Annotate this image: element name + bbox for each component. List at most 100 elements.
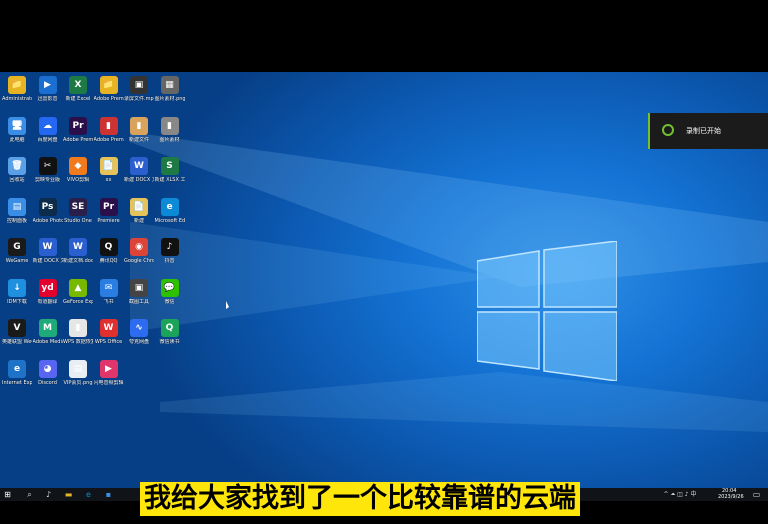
desktop-icon[interactable]: ∿ 夸克网盘 [124,319,154,345]
desktop-icon[interactable]: ♪ 抖音 [155,238,185,264]
mouse-cursor-icon [226,301,229,309]
desktop-icon[interactable]: ↓ IDM下载 [2,278,32,305]
start-windows-icon[interactable]: ⊞ [3,490,12,499]
desktop-icon[interactable]: PrAdobe Premiere [63,116,93,143]
desktop-icon-label: xx [105,177,112,183]
desktop-icon[interactable]: 🖥 此电脑 [2,116,32,143]
desktop-icon[interactable]: ▲GeForce Experience [63,278,93,305]
video-letterbox-top [0,0,768,72]
desktop-icon[interactable]: 📁 Adobe Premiere [94,76,124,102]
recording-notification[interactable]: 录制已开始 [648,113,768,149]
desktop-icon[interactable]: S 新建 XLSX 工作表.xlsx [155,157,185,183]
desktop-icon-label: WPS Office [94,339,123,345]
desktop-icon[interactable]: ✂ 剪映专业版 [33,157,63,183]
app-icon: W [38,238,57,256]
desktop-icon[interactable]: ✉ 飞书 [94,278,124,305]
app-icon: ▤ [8,197,26,216]
desktop-icon[interactable]: ▮ 新建文件 [124,116,154,143]
app-icon: S [160,157,179,175]
app-icon: ◆ [69,157,87,175]
desktop-icon-label: 腾讯QQ [99,258,118,264]
desktop-icon-label: Internet Explorer [2,379,32,386]
desktop-icon[interactable]: yd 有道翻译 [33,278,63,305]
desktop-icon[interactable]: ▣ 录屏文件.mp4 [124,76,154,102]
desktop-icon[interactable]: ▶ 迅雷影音 [33,76,63,102]
desktop-icon[interactable]: W 新建 DOCX 文档.docx [124,157,154,183]
app-icon: ✂ [38,157,57,175]
app-icon: ▶ [99,359,118,378]
record-icon [662,124,674,136]
desktop-icon-label: 迅雷影音 [37,96,58,102]
app-icon: ▮ [69,319,87,337]
search-icon[interactable]: ⌕ [25,490,34,499]
desktop-icon[interactable]: 💬 微信 [155,278,185,305]
tiktok-taskbar-icon[interactable]: ♪ [44,490,53,499]
desktop-icon[interactable]: eMicrosoft Edge [154,197,185,224]
desktop-icon[interactable]: M Adobe Media Encoder [33,319,63,345]
desktop-icon[interactable]: 📁 Administrator [2,76,32,102]
app-icon: 📁 [8,76,26,94]
app-icon: 🗑 [8,157,26,175]
desktop-icon-label: Microsoft Edge [154,217,185,224]
desktop-icon[interactable]: ▮Adobe Premiere [94,116,124,143]
desktop-icon[interactable]: ◉ Google Chrome [124,238,154,264]
file-explorer-icon[interactable]: ▬ [64,490,73,499]
video-subtitle: 我给大家找到了一个比较靠谱的云端 [140,482,580,516]
desktop-icon[interactable]: G WeGame [2,238,32,264]
desktop-icon-label: 新建 DOCX 文档.docx [124,177,154,183]
desktop-icon[interactable]: Q 微信读书 [155,319,185,345]
desktop-icon-label: 新建 Excel [65,96,91,102]
desktop-icon[interactable]: Q 腾讯QQ [94,238,124,264]
desktop-icon-label: WeGame [5,258,29,264]
desktop-icon[interactable]: W 新建文档.docx [63,238,93,264]
desktop-icon[interactable]: PsAdobe Photoshop [33,197,63,224]
app-icon: W [69,238,87,256]
desktop-icon[interactable]: Pr Premiere [94,197,124,224]
desktop-icon[interactable]: 📄 新建 [124,197,154,224]
desktop-icon[interactable]: eInternet Explorer [2,359,32,386]
app-icon: G [8,238,26,256]
desktop-icon-label: 微信 [164,298,175,305]
app-icon: ▣ [130,76,148,94]
photoshop-taskbar-icon[interactable]: ▪ [104,490,113,499]
desktop-icon[interactable]: X 新建 Excel [63,76,93,102]
desktop-icon[interactable]: ▤ VIP会员.png [63,359,93,386]
desktop-icon[interactable]: ▦ 图片素材.png [155,76,185,102]
desktop-icon[interactable]: ▮ WPS 数据恢复工具 [63,319,93,345]
system-tray-icons[interactable]: ^ ⏶ ◫ ♪ 中 [660,490,700,499]
desktop-icon-label: 有道翻译 [37,298,58,305]
app-icon: e [160,197,179,216]
notification-center-icon[interactable]: ▭ [752,490,761,499]
desktop-icon[interactable]: W 新建 DOCX 文档.docx [33,238,63,264]
app-icon: SE [69,197,87,216]
app-icon: 📄 [99,157,118,175]
app-icon: yd [38,278,57,297]
desktop-icon-label: IDM下载 [7,298,27,305]
desktop-icon[interactable]: ☁ 百度网盘 [33,116,63,143]
app-icon: ▲ [69,278,87,297]
app-icon: ▤ [69,359,87,378]
desktop-icon-label: Adobe Premiere [63,136,93,143]
desktop-icon[interactable]: SE Studio One [63,197,93,224]
app-icon: 📁 [99,76,118,94]
desktop-icon[interactable]: ▶ 闪电音频剪辑 [93,359,124,386]
app-icon: ▶ [38,76,57,94]
app-icon: ▮ [160,116,179,135]
desktop[interactable]: 📁 Administrator ▶ 迅雷影音 X 新建 Excel 📁 Adobe Premi… [0,72,768,488]
app-icon: ▣ [130,278,148,297]
notification-text: 录制已开始 [686,127,721,135]
desktop-icon[interactable]: ▮ 图片素材 [155,116,185,143]
edge-taskbar-icon[interactable]: e [84,490,93,499]
desktop-icon[interactable]: 🗑 回收站 [2,157,32,183]
desktop-icon[interactable]: ◆ VIVO剪辑 [63,157,93,183]
windows-logo [477,241,617,381]
desktop-icon[interactable]: ▣ 截图工具 [124,278,154,305]
app-icon: e [8,359,26,378]
desktop-icon[interactable]: ▤ 控制面板 [2,197,32,224]
desktop-icon[interactable]: ◕ Discord [33,359,63,386]
desktop-icon-label: 闪电音频剪辑 [93,379,124,386]
desktop-icon[interactable]: V 英雄联盟 WeGame版 [2,319,32,345]
desktop-icon[interactable]: 📄 xx [94,157,124,183]
desktop-icon[interactable]: W WPS Office [94,319,124,345]
desktop-icon-label: Premiere [97,217,120,224]
